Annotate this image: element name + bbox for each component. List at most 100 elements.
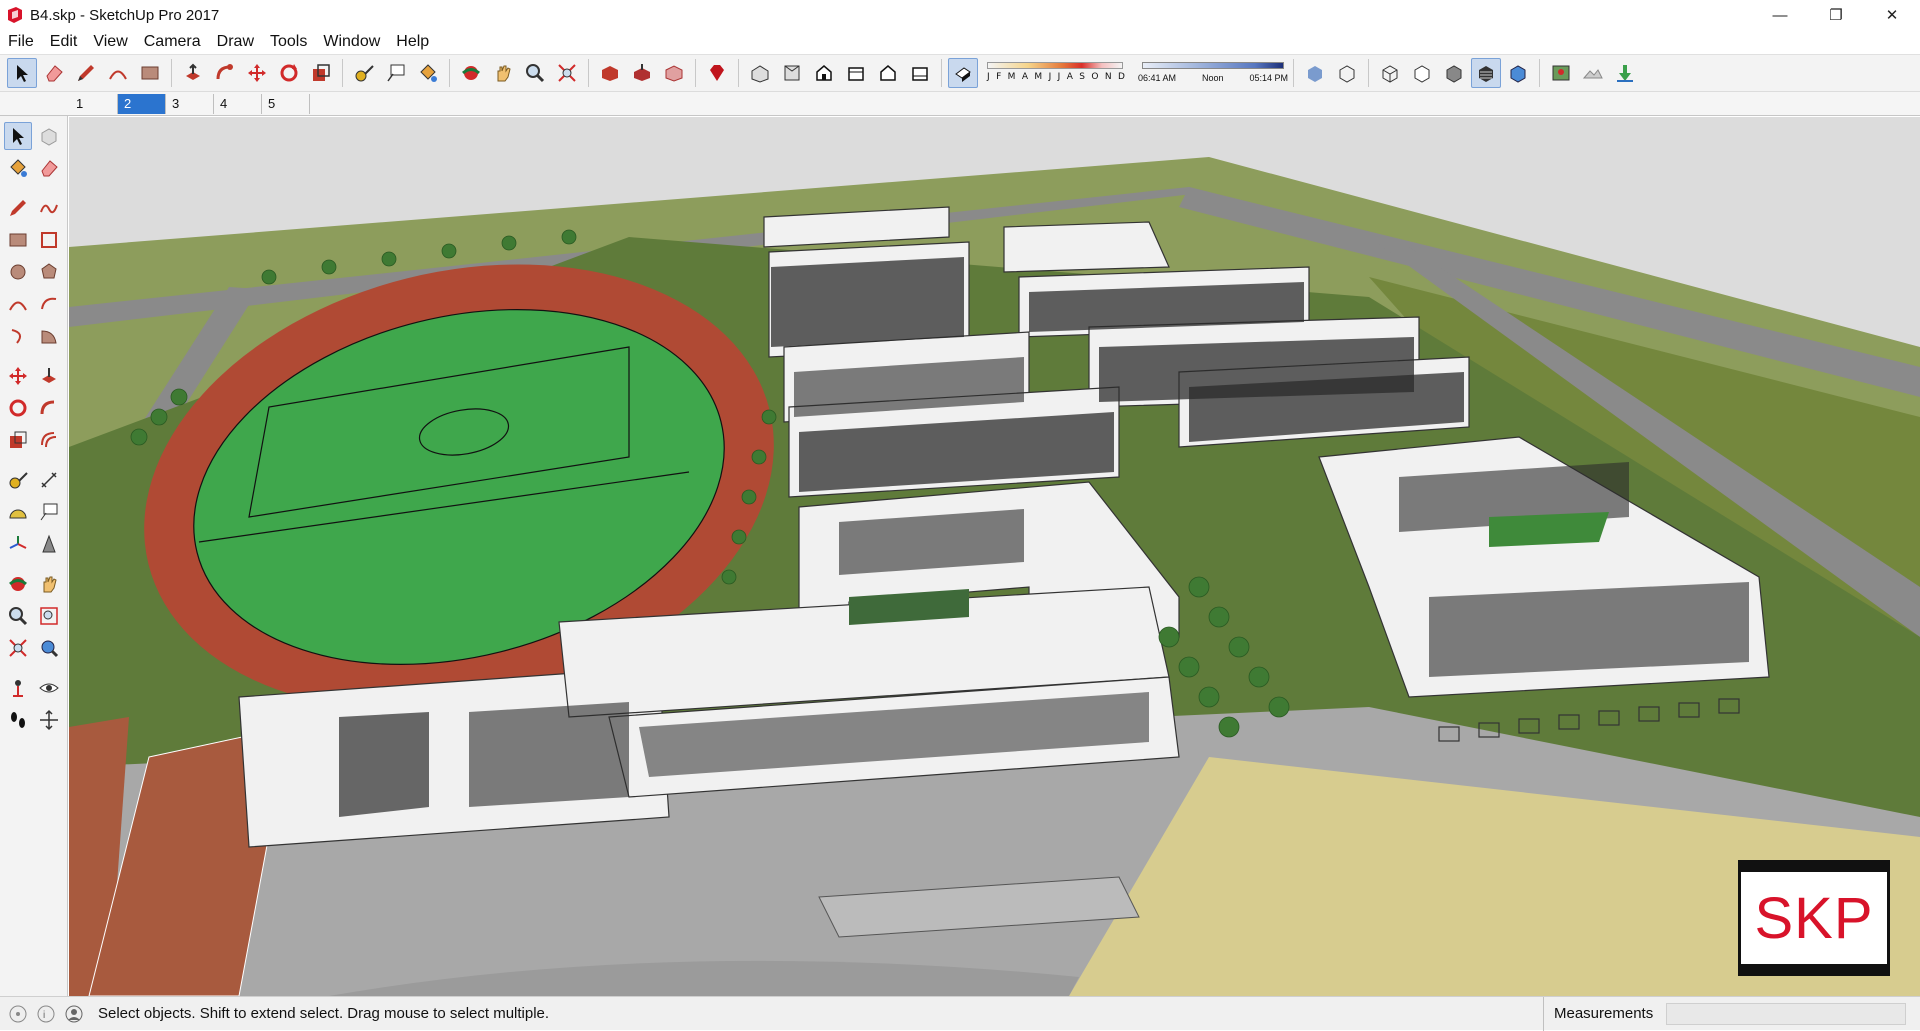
rotated-rectangle-button[interactable]	[35, 226, 63, 254]
zoom-button[interactable]	[4, 602, 32, 630]
push-pull-button[interactable]	[178, 58, 208, 88]
shadow-date-slider[interactable]: J F M A M J J A S O N D	[983, 59, 1128, 87]
back-edges-button[interactable]	[1332, 58, 1362, 88]
menu-tools[interactable]: Tools	[262, 30, 315, 54]
move-tool-button[interactable]	[4, 362, 32, 390]
rectangle-tool-button[interactable]	[135, 58, 165, 88]
minimize-button[interactable]: —	[1752, 0, 1808, 30]
share-model-button[interactable]	[627, 58, 657, 88]
left-view-icon	[912, 67, 928, 81]
scene-tab-2[interactable]: 2	[118, 93, 166, 114]
arc-tool-button[interactable]	[103, 58, 133, 88]
credits-icon[interactable]: i	[36, 1004, 56, 1024]
left-view-button[interactable]	[905, 58, 935, 88]
scale-tool-button[interactable]	[4, 426, 32, 454]
menu-draw[interactable]: Draw	[209, 30, 262, 54]
shaded-button[interactable]	[1439, 58, 1469, 88]
toggle-terrain-button[interactable]	[1578, 58, 1608, 88]
follow-me-button[interactable]	[35, 394, 63, 422]
previous-view-button[interactable]	[35, 634, 63, 662]
dimension-tool-button[interactable]	[35, 466, 63, 494]
line-tool-button[interactable]	[4, 194, 32, 222]
pan-button[interactable]	[35, 570, 63, 598]
zoom-window-button[interactable]	[35, 602, 63, 630]
zoom-extents-button[interactable]	[552, 58, 582, 88]
look-around-button[interactable]	[35, 674, 63, 702]
menu-help[interactable]: Help	[388, 30, 437, 54]
xray-button[interactable]	[1300, 58, 1330, 88]
rotate-tool-button[interactable]	[4, 394, 32, 422]
pan-button[interactable]	[488, 58, 518, 88]
menu-camera[interactable]: Camera	[136, 30, 209, 54]
add-location-button[interactable]	[1546, 58, 1576, 88]
share-component-icon	[665, 65, 683, 82]
text-tool-button[interactable]	[35, 498, 63, 526]
rectangle-tool-button[interactable]	[4, 226, 32, 254]
rotate-tool-button[interactable]	[274, 58, 304, 88]
menu-window[interactable]: Window	[315, 30, 388, 54]
protractor-button[interactable]	[4, 498, 32, 526]
iso-view-button[interactable]	[745, 58, 775, 88]
two-point-arc-button[interactable]	[35, 290, 63, 318]
arc-tool-button[interactable]	[4, 290, 32, 318]
model-viewport[interactable]: SKP	[69, 117, 1920, 996]
close-button[interactable]: ✕	[1864, 0, 1920, 30]
shadow-time-slider[interactable]: 06:41 AM Noon 05:14 PM	[1138, 59, 1288, 87]
tape-measure-button[interactable]	[4, 466, 32, 494]
3d-text-button[interactable]	[35, 530, 63, 558]
orbit-button[interactable]	[4, 570, 32, 598]
scene-tab-4[interactable]: 4	[214, 93, 262, 114]
push-pull-button[interactable]	[35, 362, 63, 390]
walk-button[interactable]	[4, 706, 32, 734]
menu-edit[interactable]: Edit	[42, 30, 86, 54]
section-plane-button[interactable]	[35, 706, 63, 734]
shaded-textures-button[interactable]	[1471, 58, 1501, 88]
geolocation-icon[interactable]	[8, 1004, 28, 1024]
shadows-toggle-button[interactable]	[948, 58, 978, 88]
back-view-button[interactable]	[873, 58, 903, 88]
share-component-button[interactable]	[659, 58, 689, 88]
orbit-button[interactable]	[456, 58, 486, 88]
scene-tab-5[interactable]: 5	[262, 93, 310, 114]
paint-bucket-button[interactable]	[4, 154, 32, 182]
hidden-line-button[interactable]	[1407, 58, 1437, 88]
zoom-button[interactable]	[520, 58, 550, 88]
restore-button[interactable]: ❐	[1808, 0, 1864, 30]
select-tool-button[interactable]	[7, 58, 37, 88]
scale-tool-button[interactable]	[306, 58, 336, 88]
move-tool-button[interactable]	[242, 58, 272, 88]
photo-textures-button[interactable]	[1610, 58, 1640, 88]
paint-bucket-button[interactable]	[413, 58, 443, 88]
top-view-icon	[784, 65, 800, 81]
monochrome-button[interactable]	[1503, 58, 1533, 88]
follow-me-button[interactable]	[210, 58, 240, 88]
axes-tool-button[interactable]	[4, 530, 32, 558]
right-view-button[interactable]	[841, 58, 871, 88]
front-view-button[interactable]	[809, 58, 839, 88]
menu-view[interactable]: View	[85, 30, 135, 54]
scene-tab-1[interactable]: 1	[70, 93, 118, 114]
eraser-tool-button[interactable]	[39, 58, 69, 88]
zoom-extents-button[interactable]	[4, 634, 32, 662]
offset-tool-button[interactable]	[35, 426, 63, 454]
freehand-tool-button[interactable]	[35, 194, 63, 222]
warehouse-button[interactable]	[595, 58, 625, 88]
position-camera-button[interactable]	[4, 674, 32, 702]
measurements-input[interactable]	[1666, 1003, 1906, 1025]
tape-measure-button[interactable]	[349, 58, 379, 88]
select-tool-button[interactable]	[4, 122, 32, 150]
user-account-icon[interactable]	[64, 1004, 84, 1024]
polygon-tool-button[interactable]	[35, 258, 63, 286]
top-view-button[interactable]	[777, 58, 807, 88]
line-tool-button[interactable]	[71, 58, 101, 88]
scene-tab-3[interactable]: 3	[166, 93, 214, 114]
text-tool-button[interactable]	[381, 58, 411, 88]
wireframe-button[interactable]	[1375, 58, 1405, 88]
pie-tool-button[interactable]	[35, 322, 63, 350]
menu-file[interactable]: File	[0, 30, 42, 54]
circle-tool-button[interactable]	[4, 258, 32, 286]
three-point-arc-button[interactable]	[4, 322, 32, 350]
eraser-tool-button[interactable]	[35, 154, 63, 182]
extension-warehouse-button[interactable]	[702, 58, 732, 88]
make-component-button[interactable]	[35, 122, 63, 150]
